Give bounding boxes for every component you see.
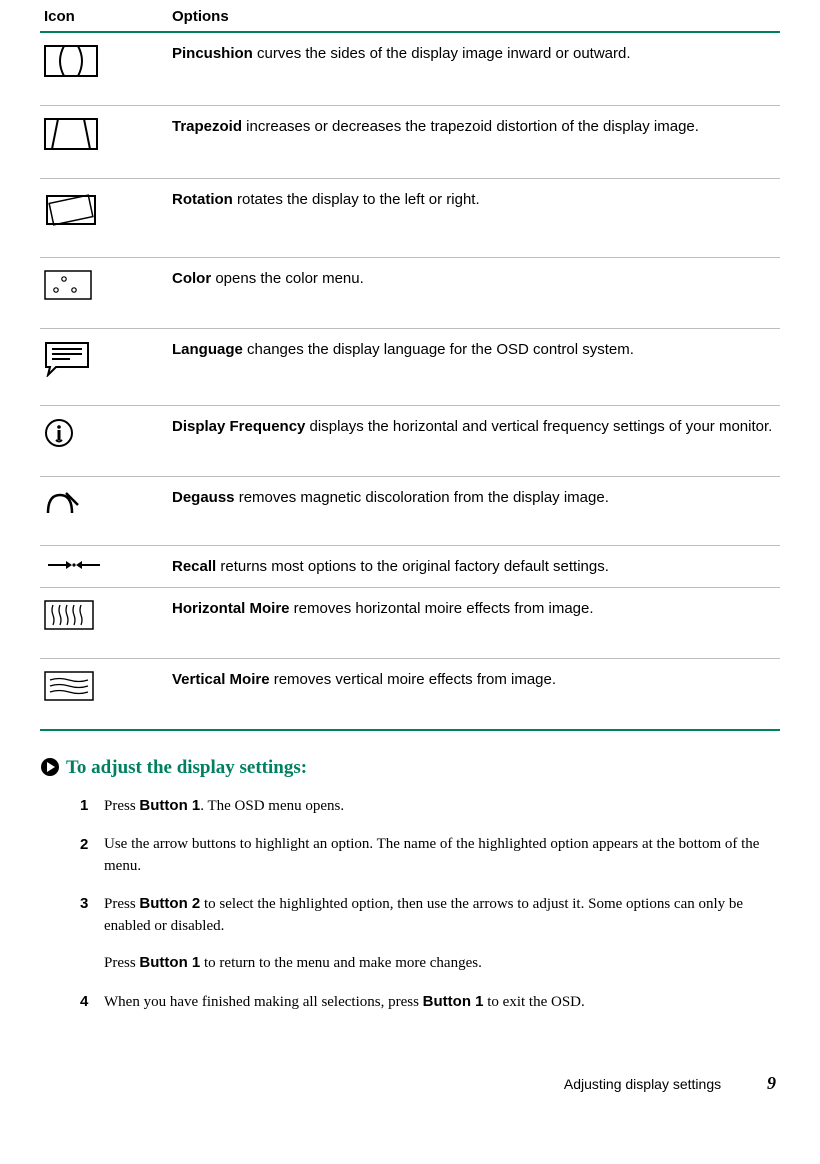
table-row: Color opens the color menu. (40, 258, 780, 329)
step-number: 4 (80, 991, 104, 1014)
trapezoid-icon (40, 106, 168, 179)
step-number: 2 (80, 834, 104, 878)
recall-icon (40, 546, 168, 588)
section-title: To adjust the display settings: (66, 757, 307, 781)
table-row: Language changes the display language fo… (40, 329, 780, 406)
steps-list: 1 Press Button 1. The OSD menu opens. 2 … (80, 795, 780, 1013)
language-icon (40, 329, 168, 406)
table-row: Pincushion curves the sides of the displ… (40, 32, 780, 106)
page-number: 9 (767, 1073, 776, 1093)
step-body: Press Button 2 to select the highlighted… (104, 893, 780, 974)
row-desc: Rotation rotates the display to the left… (168, 179, 780, 258)
row-desc: Vertical Moire removes vertical moire ef… (168, 659, 780, 731)
vertical-moire-icon (40, 659, 168, 731)
step-item: 2 Use the arrow buttons to highlight an … (80, 834, 780, 878)
step-item: 4 When you have finished making all sele… (80, 991, 780, 1014)
pincushion-icon (40, 32, 168, 106)
page: Icon Options Pincushion curves the sides… (0, 0, 820, 1124)
step-number: 1 (80, 795, 104, 818)
row-desc: Color opens the color menu. (168, 258, 780, 329)
step-item: 3 Press Button 2 to select the highlight… (80, 893, 780, 974)
table-row: Vertical Moire removes vertical moire ef… (40, 659, 780, 731)
row-desc: Display Frequency displays the horizonta… (168, 406, 780, 477)
row-desc: Pincushion curves the sides of the displ… (168, 32, 780, 106)
step-body: Press Button 1. The OSD menu opens. (104, 795, 780, 818)
row-desc: Trapezoid increases or decreases the tra… (168, 106, 780, 179)
table-row: Display Frequency displays the horizonta… (40, 406, 780, 477)
section-heading-row: To adjust the display settings: (40, 757, 780, 781)
degauss-icon (40, 477, 168, 546)
row-desc: Horizontal Moire removes horizontal moir… (168, 588, 780, 659)
row-desc: Language changes the display language fo… (168, 329, 780, 406)
step-item: 1 Press Button 1. The OSD menu opens. (80, 795, 780, 818)
table-row: Degauss removes magnetic discoloration f… (40, 477, 780, 546)
icon-options-table: Icon Options Pincushion curves the sides… (40, 0, 780, 731)
row-desc: Degauss removes magnetic discoloration f… (168, 477, 780, 546)
page-footer: Adjusting display settings 9 (40, 1073, 780, 1094)
footer-text: Adjusting display settings (564, 1076, 721, 1092)
table-row: Trapezoid increases or decreases the tra… (40, 106, 780, 179)
table-row: Recall returns most options to the origi… (40, 546, 780, 588)
arrow-bullet-icon (40, 757, 60, 781)
table-row: Horizontal Moire removes horizontal moir… (40, 588, 780, 659)
row-desc: Recall returns most options to the origi… (168, 546, 780, 588)
table-row: Rotation rotates the display to the left… (40, 179, 780, 258)
step-body: When you have finished making all select… (104, 991, 780, 1014)
display-frequency-icon (40, 406, 168, 477)
step-body: Use the arrow buttons to highlight an op… (104, 834, 780, 878)
col-header-icon: Icon (40, 0, 168, 31)
step-number: 3 (80, 893, 104, 974)
rotation-icon (40, 179, 168, 258)
horizontal-moire-icon (40, 588, 168, 659)
color-icon (40, 258, 168, 329)
col-header-options: Options (168, 0, 780, 31)
